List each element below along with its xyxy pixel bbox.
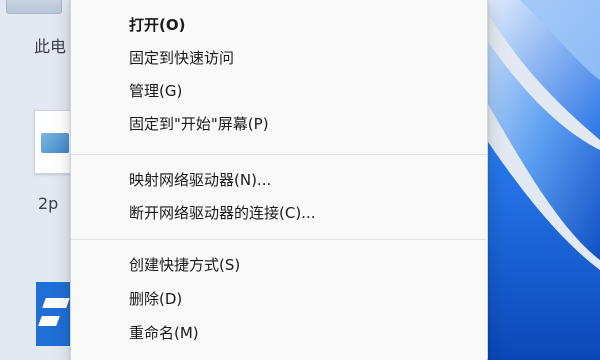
menu-item-open[interactable]: 打开(O) bbox=[75, 9, 483, 41]
desktop-icon-label: 此电 bbox=[34, 37, 67, 56]
menu-item-delete[interactable]: 删除(D) bbox=[75, 283, 483, 315]
menu-item-map-network-drive[interactable]: 映射网络驱动器(N)... bbox=[75, 164, 483, 196]
computer-icon bbox=[6, 0, 62, 14]
menu-item-label: 打开(O) bbox=[129, 16, 186, 34]
menu-item-label: 固定到快速访问 bbox=[129, 49, 235, 67]
desktop-icon-app[interactable] bbox=[0, 276, 74, 360]
menu-item-disconnect-network-drive[interactable]: 断开网络驱动器的连接(C)... bbox=[75, 197, 483, 229]
menu-item-label: 固定到"开始"屏幕(P) bbox=[129, 115, 269, 133]
app-logo-icon bbox=[36, 282, 74, 346]
menu-item-rename[interactable]: 重命名(M) bbox=[75, 317, 483, 349]
menu-item-label: 创建快捷方式(S) bbox=[129, 256, 241, 274]
menu-item-label: 映射网络驱动器(N)... bbox=[129, 171, 272, 189]
menu-item-label: 重命名(M) bbox=[129, 324, 199, 342]
menu-item-label: 管理(G) bbox=[129, 82, 183, 100]
desktop-icon-this-pc[interactable]: 此电 bbox=[0, 0, 72, 62]
menu-item-pin-start[interactable]: 固定到"开始"屏幕(P) bbox=[75, 108, 483, 140]
menu-separator bbox=[71, 239, 487, 240]
menu-item-manage[interactable]: 管理(G) bbox=[75, 75, 483, 107]
context-menu: 打开(O) 固定到快速访问 管理(G) 固定到"开始"屏幕(P) 映射网络驱动器… bbox=[70, 0, 488, 360]
menu-item-label: 删除(D) bbox=[129, 290, 183, 308]
menu-item-pin-quick-access[interactable]: 固定到快速访问 bbox=[75, 42, 483, 74]
desktop-icon-label: 2p bbox=[38, 194, 59, 213]
desktop-icon-document[interactable]: 2p bbox=[0, 104, 76, 214]
menu-item-label: 断开网络驱动器的连接(C)... bbox=[129, 204, 316, 222]
menu-separator bbox=[71, 154, 487, 155]
menu-item-create-shortcut[interactable]: 创建快捷方式(S) bbox=[75, 249, 483, 281]
